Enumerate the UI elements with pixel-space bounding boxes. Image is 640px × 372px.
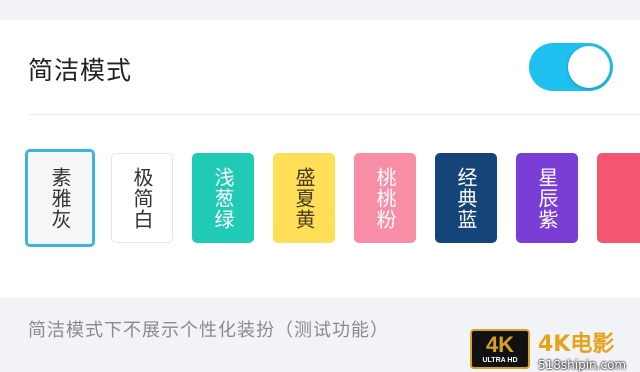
theme-label: 星辰紫 xyxy=(535,166,559,230)
theme-option-green[interactable]: 浅葱绿 xyxy=(192,153,254,243)
theme-label: 桃桃粉 xyxy=(373,166,397,230)
watermark-text: 4K电影 518shipin.com xyxy=(538,326,626,372)
top-separator xyxy=(0,0,640,20)
theme-option-white[interactable]: 极简白 xyxy=(111,153,173,243)
theme-label: 极简白 xyxy=(130,166,154,230)
simple-mode-row: 简洁模式 xyxy=(0,20,640,116)
theme-option-yellow[interactable]: 盛夏黄 xyxy=(273,153,335,243)
watermark-badge: 4K xyxy=(485,332,515,357)
theme-list[interactable]: 素雅灰 极简白 浅葱绿 盛夏黄 桃桃粉 经典蓝 星辰紫 xyxy=(0,148,640,248)
simple-mode-toggle[interactable] xyxy=(529,43,613,91)
simple-mode-description: 简洁模式下不展示个性化装扮（测试功能） xyxy=(28,320,389,341)
watermark-url: 518shipin.com xyxy=(538,358,627,372)
watermark-badge-sub: ULTRA HD xyxy=(482,357,518,364)
theme-option-purple[interactable]: 星辰紫 xyxy=(516,153,578,243)
theme-option-red[interactable] xyxy=(597,153,640,243)
theme-option-pink[interactable]: 桃桃粉 xyxy=(354,153,416,243)
theme-label: 素雅灰 xyxy=(48,166,72,230)
simple-mode-title: 简洁模式 xyxy=(28,56,133,85)
theme-label: 浅葱绿 xyxy=(211,166,235,230)
toggle-knob xyxy=(568,46,610,88)
theme-option-gray[interactable]: 素雅灰 xyxy=(25,149,95,247)
watermark: 4K ULTRA HD 4K电影 518shipin.com xyxy=(470,326,626,372)
watermark-logo: 4K ULTRA HD xyxy=(470,329,530,369)
watermark-name: 4K电影 xyxy=(538,332,615,357)
theme-option-blue[interactable]: 经典蓝 xyxy=(435,153,497,243)
theme-label: 盛夏黄 xyxy=(292,166,316,230)
divider xyxy=(28,114,640,115)
theme-label: 经典蓝 xyxy=(454,166,478,230)
